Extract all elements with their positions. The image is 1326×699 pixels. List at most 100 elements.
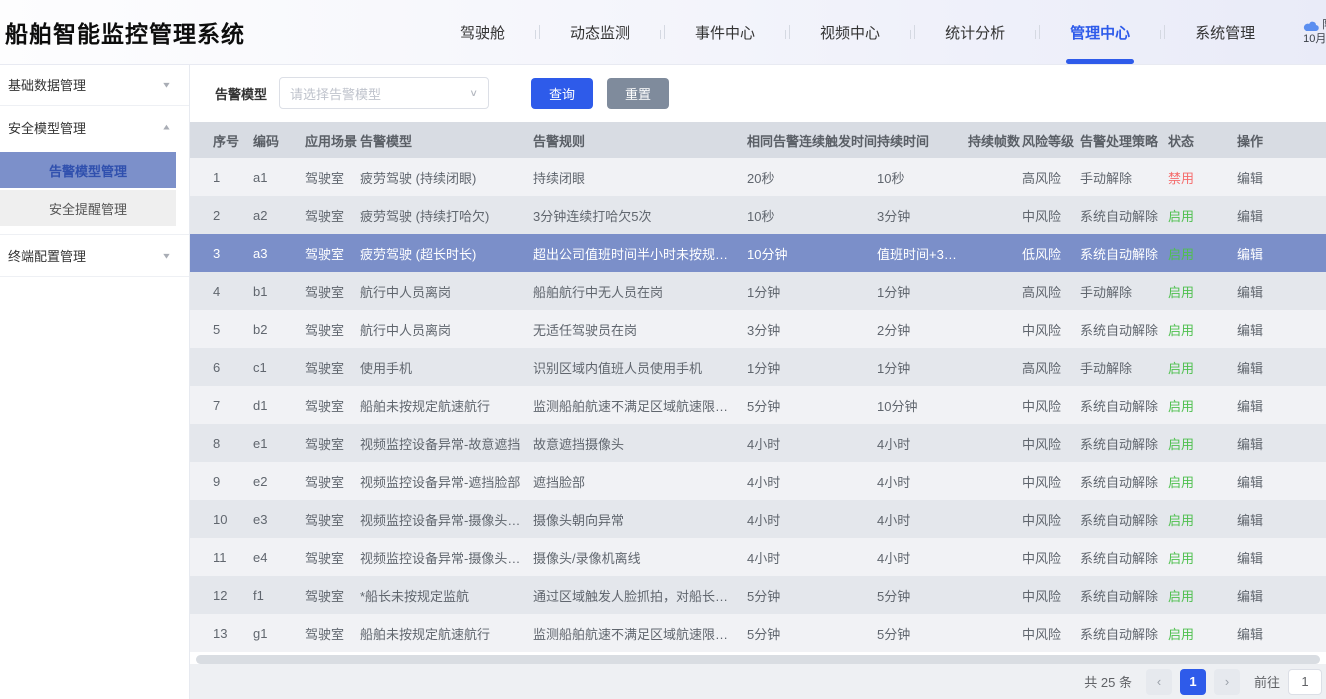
nav-item-label: 管理中心 [1070, 25, 1130, 42]
prev-page-button[interactable]: ‹ [1146, 669, 1172, 695]
cell-code: d1 [253, 386, 305, 424]
sidebar-group-terminal-config[interactable]: 终端配置管理 ▼ [0, 235, 189, 277]
table-row[interactable]: 5 b2 驾驶室 航行中人员离岗 无适任驾驶员在岗 3分钟 2分钟 中风险 系统… [190, 310, 1326, 348]
cell-frames [968, 196, 1022, 234]
edit-link[interactable]: 编辑 [1237, 627, 1263, 642]
cell-code: e3 [253, 500, 305, 538]
chevron-down-icon: ∨ [469, 87, 478, 98]
cell-code: b2 [253, 310, 305, 348]
edit-link[interactable]: 编辑 [1237, 361, 1263, 376]
main-nav: 驾驶舱 动态监测 事件中心 视频中心 统计分析 管理中心 系统管理 [430, 14, 1285, 51]
table-row[interactable]: 11 e4 驾驶室 视频监控设备异常-摄像头离线 摄像头/录像机离线 4小时 4… [190, 538, 1326, 576]
table-row[interactable]: 9 e2 驾驶室 视频监控设备异常-遮挡脸部 遮挡脸部 4小时 4小时 中风险 … [190, 462, 1326, 500]
nav-item-management-center[interactable]: 管理中心 [1070, 14, 1130, 51]
cell-model: 疲劳驾驶 (持续打哈欠) [360, 196, 533, 234]
edit-link[interactable]: 编辑 [1237, 399, 1263, 414]
cell-frames [968, 348, 1022, 386]
sidebar-item-alarm-model-management[interactable]: 告警模型管理 [0, 152, 176, 188]
cell-risk: 中风险 [1022, 196, 1080, 234]
edit-link[interactable]: 编辑 [1237, 513, 1263, 528]
cell-duration: 1分钟 [877, 348, 968, 386]
edit-link[interactable]: 编辑 [1237, 589, 1263, 604]
sidebar-group-safety-model[interactable]: 安全模型管理 ▲ [0, 106, 189, 148]
cell-seq: 11 [190, 538, 253, 576]
cell-rule: 3分钟连续打哈欠5次 [533, 196, 747, 234]
cell-seq: 8 [190, 424, 253, 462]
cell-duration: 值班时间+30分钟 [877, 234, 968, 272]
table-row[interactable]: 10 e3 驾驶室 视频监控设备异常-摄像头朝向异常 摄像头朝向异常 4小时 4… [190, 500, 1326, 538]
alarm-model-select[interactable]: 请选择告警模型 ∨ [279, 77, 489, 109]
edit-link[interactable]: 编辑 [1237, 209, 1263, 224]
edit-link[interactable]: 编辑 [1237, 247, 1263, 262]
horizontal-scrollbar[interactable] [196, 655, 1320, 664]
cell-interval: 4小时 [747, 424, 877, 462]
col-seq: 序号 [190, 122, 253, 158]
nav-item-video-center[interactable]: 视频中心 [820, 14, 880, 51]
cell-code: a3 [253, 234, 305, 272]
table-row[interactable]: 8 e1 驾驶室 视频监控设备异常-故意遮挡 故意遮挡摄像头 4小时 4小时 中… [190, 424, 1326, 462]
cell-status: 启用 [1168, 576, 1237, 614]
cell-model: 视频监控设备异常-故意遮挡 [360, 424, 533, 462]
cell-rule: 摄像头/录像机离线 [533, 538, 747, 576]
top-header: 船舶智能监控管理系统 驾驶舱 动态监测 事件中心 视频中心 统计分析 管理中心 … [0, 0, 1326, 64]
table-row[interactable]: 6 c1 驾驶室 使用手机 识别区域内值班人员使用手机 1分钟 1分钟 高风险 … [190, 348, 1326, 386]
goto-page-input[interactable] [1288, 669, 1322, 695]
cell-rule: 故意遮挡摄像头 [533, 424, 747, 462]
table-row[interactable]: 3 a3 驾驶室 疲劳驾驶 (超长时长) 超出公司值班时间半小时未按规定交接 1… [190, 234, 1326, 272]
select-placeholder: 请选择告警模型 [290, 84, 381, 103]
next-page-button[interactable]: › [1214, 669, 1240, 695]
reset-button[interactable]: 重置 [607, 78, 669, 109]
cell-status: 启用 [1168, 538, 1237, 576]
edit-link[interactable]: 编辑 [1237, 171, 1263, 186]
page-1-button[interactable]: 1 [1180, 669, 1206, 695]
table-row[interactable]: 13 g1 驾驶室 船舶未按规定航速航行 监测船舶航速不满足区域航速限制规定 5… [190, 614, 1326, 652]
cell-risk: 高风险 [1022, 158, 1080, 196]
nav-item-event-center[interactable]: 事件中心 [695, 14, 755, 51]
cell-rule: 通过区域触发人脸抓拍，对船长身份... [533, 576, 747, 614]
table-row[interactable]: 4 b1 驾驶室 航行中人员离岗 船舶航行中无人员在岗 1分钟 1分钟 高风险 … [190, 272, 1326, 310]
col-rule: 告警规则 [533, 122, 747, 158]
nav-separator [910, 25, 915, 39]
edit-link[interactable]: 编辑 [1237, 437, 1263, 452]
sidebar-group-basic-data[interactable]: 基础数据管理 ▼ [0, 64, 189, 106]
table-row[interactable]: 12 f1 驾驶室 *船长未按规定监航 通过区域触发人脸抓拍，对船长身份... … [190, 576, 1326, 614]
status-badge: 启用 [1168, 437, 1194, 452]
edit-link[interactable]: 编辑 [1237, 551, 1263, 566]
edit-link[interactable]: 编辑 [1237, 475, 1263, 490]
table-row[interactable]: 1 a1 驾驶室 疲劳驾驶 (持续闭眼) 持续闭眼 20秒 10秒 高风险 手动… [190, 158, 1326, 196]
search-button[interactable]: 查询 [531, 78, 593, 109]
cell-strategy: 系统自动解除 [1080, 196, 1168, 234]
filter-label: 告警模型 [215, 84, 267, 103]
cell-risk: 中风险 [1022, 500, 1080, 538]
cell-rule: 识别区域内值班人员使用手机 [533, 348, 747, 386]
table-row[interactable]: 7 d1 驾驶室 船舶未按规定航速航行 监测船舶航速不满足区域航速限制规定 5分… [190, 386, 1326, 424]
col-risk: 风险等级 [1022, 122, 1080, 158]
cell-frames [968, 310, 1022, 348]
cell-action: 编辑 [1237, 424, 1326, 462]
cell-strategy: 手动解除 [1080, 272, 1168, 310]
cell-status: 启用 [1168, 310, 1237, 348]
pagination-bar: 共 25 条 ‹ 1 › 前往 [190, 664, 1326, 699]
cell-strategy: 系统自动解除 [1080, 424, 1168, 462]
edit-link[interactable]: 编辑 [1237, 323, 1263, 338]
cell-scene: 驾驶室 [305, 234, 360, 272]
cell-strategy: 系统自动解除 [1080, 310, 1168, 348]
cell-model: *船长未按规定监航 [360, 576, 533, 614]
cell-code: f1 [253, 576, 305, 614]
cell-interval: 3分钟 [747, 310, 877, 348]
cell-duration: 2分钟 [877, 310, 968, 348]
sidebar-group-label: 安全模型管理 [8, 118, 86, 137]
cell-action: 编辑 [1237, 348, 1326, 386]
status-badge: 启用 [1168, 627, 1194, 642]
cell-action: 编辑 [1237, 462, 1326, 500]
table-row[interactable]: 2 a2 驾驶室 疲劳驾驶 (持续打哈欠) 3分钟连续打哈欠5次 10秒 3分钟… [190, 196, 1326, 234]
nav-item-cockpit[interactable]: 驾驶舱 [460, 14, 505, 51]
cell-rule: 无适任驾驶员在岗 [533, 310, 747, 348]
cell-risk: 中风险 [1022, 310, 1080, 348]
nav-item-dynamic-monitor[interactable]: 动态监测 [570, 14, 630, 51]
nav-item-system-management[interactable]: 系统管理 [1195, 14, 1255, 51]
sidebar-group-label: 终端配置管理 [8, 246, 86, 265]
edit-link[interactable]: 编辑 [1237, 285, 1263, 300]
sidebar-item-safety-reminder-management[interactable]: 安全提醒管理 [0, 190, 176, 226]
nav-item-statistics[interactable]: 统计分析 [945, 14, 1005, 51]
